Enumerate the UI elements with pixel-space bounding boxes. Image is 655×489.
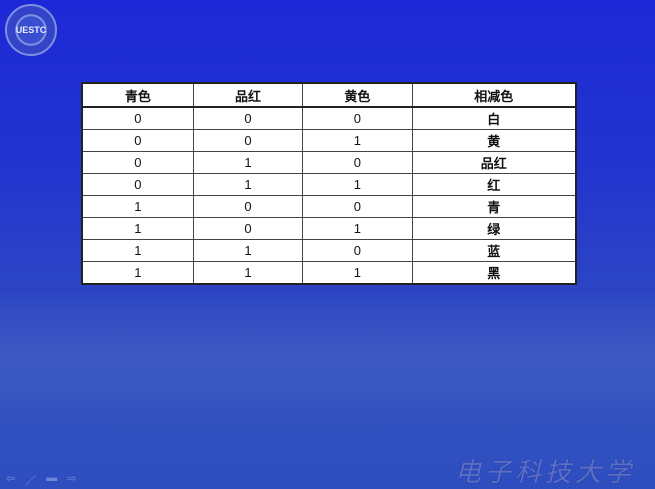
table-cell: 0	[302, 151, 413, 174]
table-cell: 0	[81, 129, 194, 152]
table-cell: 品红	[411, 151, 577, 174]
table-row: 0 1 0 品红	[81, 151, 577, 174]
table-cell: 1	[302, 129, 413, 152]
table-row: 110蓝	[81, 239, 577, 262]
slide-nav: ⇦ ／ ▬ ⇨	[6, 472, 76, 488]
column-header: 青色	[81, 82, 194, 108]
arrow-right-icon[interactable]: ⇨	[67, 472, 76, 488]
table-cell: 0	[192, 106, 304, 130]
table-cell: 1	[81, 217, 194, 240]
arrow-left-icon[interactable]: ⇦	[6, 472, 15, 488]
table-cell: 1	[302, 261, 413, 285]
table-cell: 1	[192, 173, 304, 196]
school-name-calligraphy: 电子科技大学	[455, 458, 636, 488]
column-header: 相减色	[411, 82, 577, 108]
pen-icon[interactable]: ／	[25, 472, 36, 488]
table-cell: 1	[192, 239, 304, 262]
table-cell: 0	[81, 151, 194, 174]
menu-icon[interactable]: ▬	[46, 472, 57, 488]
university-logo: UESTC	[5, 4, 57, 56]
table-row: 111黑	[81, 261, 577, 285]
table-row: 101绿	[81, 217, 577, 240]
table-cell: 0	[192, 129, 304, 152]
logo-text: UESTC	[15, 25, 47, 35]
table-cell: 蓝	[411, 239, 577, 262]
table-cell: 1	[192, 151, 304, 174]
table-cell: 红	[411, 173, 577, 196]
table-cell: 1	[81, 261, 194, 285]
table-row: 011红	[81, 173, 577, 196]
table-row: 100青	[81, 195, 577, 218]
table-cell: 0	[192, 217, 304, 240]
table-cell: 青	[411, 195, 577, 218]
table-cell: 1	[81, 239, 194, 262]
column-header: 品红	[192, 82, 304, 108]
column-header: 黄色	[302, 82, 413, 108]
header-row: 青色 品红 黄色 相减色	[81, 82, 577, 108]
table-cell: 0	[192, 195, 304, 218]
table-cell: 白	[411, 106, 577, 130]
table-cell: 0	[81, 173, 194, 196]
subtractive-color-table: 青色 品红 黄色 相减色 0 0 0 白 0 0 1 黄 0 1 0 品红 0 1 1 红 1 0 0 青 1 0 1 绿 1 1…	[81, 82, 577, 285]
table-row: 001黄	[81, 129, 577, 152]
table-cell: 黄	[411, 129, 577, 152]
table-cell: 绿	[411, 217, 577, 240]
table-cell: 0	[302, 195, 413, 218]
table-cell: 0	[302, 106, 413, 130]
table-cell: 1	[192, 261, 304, 285]
table-cell: 1	[81, 195, 194, 218]
table-cell: 0	[81, 106, 194, 130]
table-cell: 黑	[411, 261, 577, 285]
table-row: 000白	[81, 106, 577, 130]
table-cell: 0	[302, 239, 413, 262]
table-cell: 1	[302, 217, 413, 240]
table-cell: 1	[302, 173, 413, 196]
background-campus-image	[0, 290, 655, 420]
